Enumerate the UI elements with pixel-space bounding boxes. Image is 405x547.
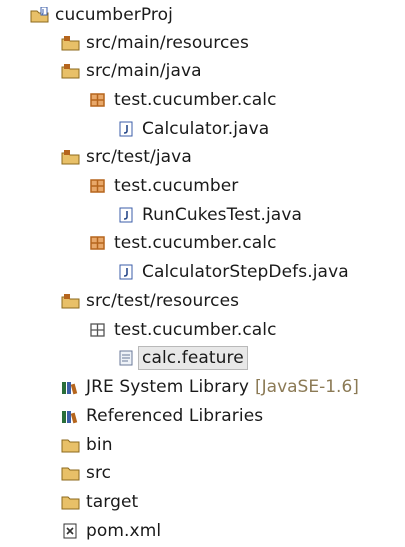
tree-item-src-main-resources[interactable]: src/main/resources (61, 30, 249, 56)
package-icon (89, 178, 107, 194)
java-file-icon (117, 264, 135, 280)
source-folder-icon (61, 35, 80, 51)
tree-item-java-file[interactable]: CalculatorStepDefs.java (117, 259, 349, 285)
tree-item-java-file[interactable]: Calculator.java (117, 116, 269, 142)
tree-item-bin[interactable]: bin (61, 432, 113, 458)
library-icon (61, 408, 79, 424)
tree-item-label: src/test/resources (86, 291, 240, 311)
tree-item-label: test.cucumber.calc (114, 90, 277, 110)
tree-item-src-test-java[interactable]: src/test/java (61, 144, 192, 170)
tree-item-src[interactable]: src (61, 460, 111, 486)
tree-item-label: CalculatorStepDefs.java (142, 262, 349, 282)
tree-item-label: pom.xml (86, 521, 162, 541)
library-icon (61, 379, 79, 395)
tree-item-label: calc.feature (138, 346, 248, 370)
tree-item-package[interactable]: test.cucumber (89, 173, 238, 199)
tree-item-resource-package[interactable]: test.cucumber.calc (89, 317, 277, 343)
tree-item-target[interactable]: target (61, 489, 138, 515)
tree-item-label: test.cucumber (114, 176, 239, 196)
folder-icon (61, 437, 80, 453)
tree-item-pom-xml[interactable]: pom.xml (61, 518, 161, 544)
tree-item-label: target (86, 492, 139, 512)
project-explorer-tree: cucumberProj src/main/resources src/main… (0, 0, 405, 547)
tree-item-label: cucumberProj (55, 5, 173, 25)
tree-item-label: bin (86, 435, 113, 455)
source-folder-icon (61, 293, 80, 309)
java-project-icon (30, 7, 49, 23)
tree-item-label: src/main/resources (86, 33, 249, 53)
tree-item-package[interactable]: test.cucumber.calc (89, 87, 277, 113)
tree-item-label: test.cucumber.calc (114, 233, 277, 253)
jre-version-decoration: [JavaSE-1.6] (255, 377, 359, 397)
tree-item-cucumberproj[interactable]: cucumberProj (30, 2, 173, 28)
tree-item-label: src/main/java (86, 61, 202, 81)
tree-item-label: src (86, 463, 112, 483)
java-file-icon (117, 121, 135, 137)
source-folder-icon (61, 63, 80, 79)
package-icon (89, 235, 107, 251)
java-file-icon (117, 207, 135, 223)
tree-item-jre-library[interactable]: JRE System Library [JavaSE-1.6] (61, 374, 359, 400)
source-folder-icon (61, 149, 80, 165)
tree-item-label: RunCukesTest.java (142, 205, 302, 225)
tree-item-referenced-libraries[interactable]: Referenced Libraries (61, 403, 263, 429)
tree-item-label: Calculator.java (142, 119, 270, 139)
package-icon (89, 92, 107, 108)
folder-icon (61, 465, 80, 481)
tree-item-label: test.cucumber.calc (114, 320, 277, 340)
tree-item-calc-feature[interactable]: calc.feature (117, 345, 248, 371)
tree-item-label: Referenced Libraries (86, 406, 264, 426)
folder-icon (61, 494, 80, 510)
tree-item-src-test-resources[interactable]: src/test/resources (61, 288, 239, 314)
tree-item-label: src/test/java (86, 147, 192, 167)
text-file-icon (117, 350, 135, 366)
tree-item-label: JRE System Library (86, 377, 250, 397)
xml-file-icon (61, 523, 79, 539)
resource-package-icon (89, 322, 107, 338)
tree-item-java-file[interactable]: RunCukesTest.java (117, 202, 302, 228)
tree-item-package[interactable]: test.cucumber.calc (89, 230, 277, 256)
tree-item-src-main-java[interactable]: src/main/java (61, 58, 202, 84)
